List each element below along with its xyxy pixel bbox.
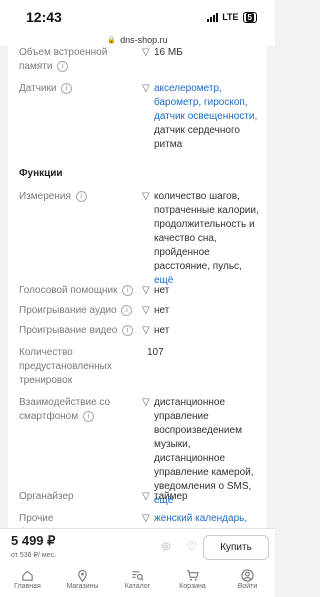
tab-label: Корзина xyxy=(179,583,206,590)
status-bar: 12:43 LTE 5 xyxy=(0,0,275,34)
spec-value: 16 МБ xyxy=(154,47,183,58)
info-icon[interactable]: i xyxy=(122,284,134,296)
spec-value: таймер xyxy=(154,491,188,502)
spec-label: Органайзер xyxy=(19,491,74,502)
spec-value: нет xyxy=(154,305,170,316)
tab-label: Магазины xyxy=(66,583,99,590)
info-icon[interactable]: i xyxy=(57,60,69,72)
filter-icon[interactable]: ▽ xyxy=(142,512,150,526)
status-indicators: LTE 5 xyxy=(207,11,257,23)
spec-label: Взаимодействие со смартфоном i xyxy=(19,397,111,422)
heart-icon[interactable]: ♡ xyxy=(182,537,202,557)
tab-cart[interactable]: Корзина xyxy=(168,569,218,597)
cart-icon xyxy=(186,570,199,581)
url-text: dns-shop.ru xyxy=(120,35,168,45)
spec-label: Голосовой помощник i xyxy=(19,284,134,298)
filter-icon[interactable]: ▽ xyxy=(142,82,150,96)
home-icon xyxy=(22,570,33,581)
spec-value: количество шагов, потраченные калории, п… xyxy=(154,191,259,286)
spec-label: Проигрывание видео i xyxy=(19,324,134,338)
tab-label: Войти xyxy=(237,583,258,590)
catalog-search-icon xyxy=(132,571,144,581)
sensor-links[interactable]: акселерометр, барометр, гироскоп, датчик… xyxy=(154,83,257,122)
filter-icon[interactable]: ▽ xyxy=(142,190,150,204)
tab-label: Главная xyxy=(14,583,41,590)
tab-login[interactable]: Войти xyxy=(223,569,273,597)
info-icon[interactable]: i xyxy=(121,304,133,316)
info-icon[interactable]: i xyxy=(82,410,94,422)
battery-level: 5 xyxy=(245,12,254,22)
filter-icon[interactable]: ▽ xyxy=(142,46,150,60)
tab-stores[interactable]: Магазины xyxy=(58,569,108,597)
buy-bar: 5 499 ₽ от 536 ₽/ мес. ◎ ♡ Купить xyxy=(0,528,275,566)
sensor-extra: датчик сердечного ритма xyxy=(154,125,240,150)
buy-button[interactable]: Купить xyxy=(203,535,269,560)
filter-icon[interactable]: ▽ xyxy=(142,490,150,504)
specs-panel: Объем встроенной памяти i ▽ 16 МБ Датчик… xyxy=(8,46,267,528)
product-price: 5 499 ₽ xyxy=(11,533,56,548)
user-icon xyxy=(241,569,254,582)
filter-icon[interactable]: ▽ xyxy=(142,284,150,298)
tab-label: Каталог xyxy=(124,583,151,590)
spec-value[interactable]: женский календарь, xyxy=(154,512,263,526)
filter-icon[interactable]: ▽ xyxy=(142,396,150,410)
info-icon[interactable]: i xyxy=(61,82,73,94)
spec-value: нет xyxy=(154,325,170,336)
spec-label: Измерения i xyxy=(19,190,134,204)
spec-label: Прочие функциональные xyxy=(19,513,99,528)
battery-icon: 5 xyxy=(242,11,257,23)
filter-icon[interactable]: ▽ xyxy=(142,304,150,318)
bottom-tab-bar: Главная Магазины Каталог Корзина Войти xyxy=(0,566,275,597)
signal-icon xyxy=(207,12,219,22)
spec-value: 107 xyxy=(147,347,164,358)
spec-label: Количество предустановленных тренировок xyxy=(19,347,112,386)
filter-icon[interactable]: ▽ xyxy=(142,324,150,338)
spec-value: нет xyxy=(154,285,170,296)
tab-catalog[interactable]: Каталог xyxy=(113,569,163,597)
network-type: LTE xyxy=(222,12,239,22)
info-icon[interactable]: i xyxy=(75,190,87,202)
spec-label: Датчики i xyxy=(19,82,134,96)
credit-price[interactable]: от 536 ₽/ мес. xyxy=(11,551,56,559)
section-title-functions: Функции xyxy=(19,168,63,179)
spec-value: акселерометр, барометр, гироскоп, датчик… xyxy=(154,82,263,152)
tab-home[interactable]: Главная xyxy=(3,569,53,597)
spec-label: Объем встроенной памяти i xyxy=(19,47,108,72)
compare-icon[interactable]: ◎ xyxy=(156,537,176,557)
info-icon[interactable]: i xyxy=(122,324,134,336)
address-bar[interactable]: 🔒 dns-shop.ru xyxy=(0,34,275,46)
lock-icon: 🔒 xyxy=(107,37,117,44)
location-pin-icon xyxy=(78,569,87,582)
status-time: 12:43 xyxy=(26,9,62,25)
spec-label: Проигрывание аудио i xyxy=(19,304,134,318)
